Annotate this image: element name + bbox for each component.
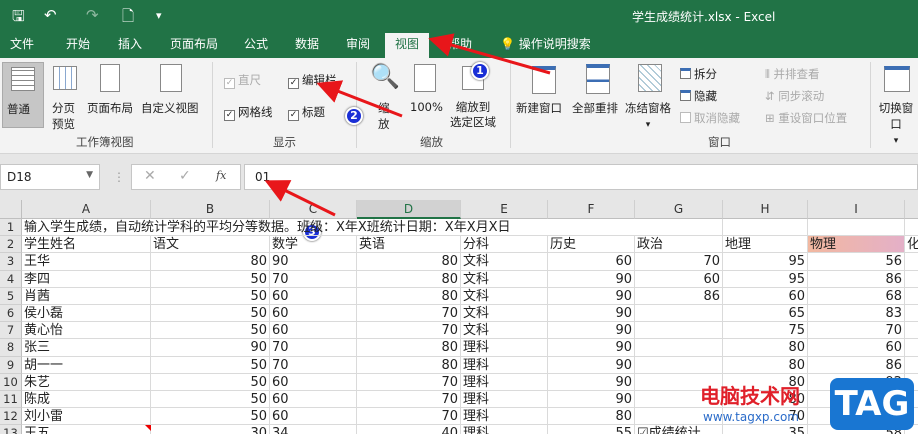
arrow-1 xyxy=(428,33,551,75)
annotation-badge-1: 1 xyxy=(471,62,489,80)
arrow-3 xyxy=(264,180,336,217)
watermark-tag-logo: TAG xyxy=(830,378,914,430)
comment-indicator xyxy=(145,425,151,432)
watermark-url: www.tagxp.com xyxy=(703,410,799,424)
annotation-arrows xyxy=(264,33,551,217)
watermark-brand: 电脑技术网 xyxy=(700,384,800,408)
cell[interactable]: 输入学生成绩，自动统计学科的平均分等数据。班级：X年X班统计日期：X年X月X日 xyxy=(22,219,723,237)
annotation-badge-2: 2 xyxy=(345,107,363,125)
